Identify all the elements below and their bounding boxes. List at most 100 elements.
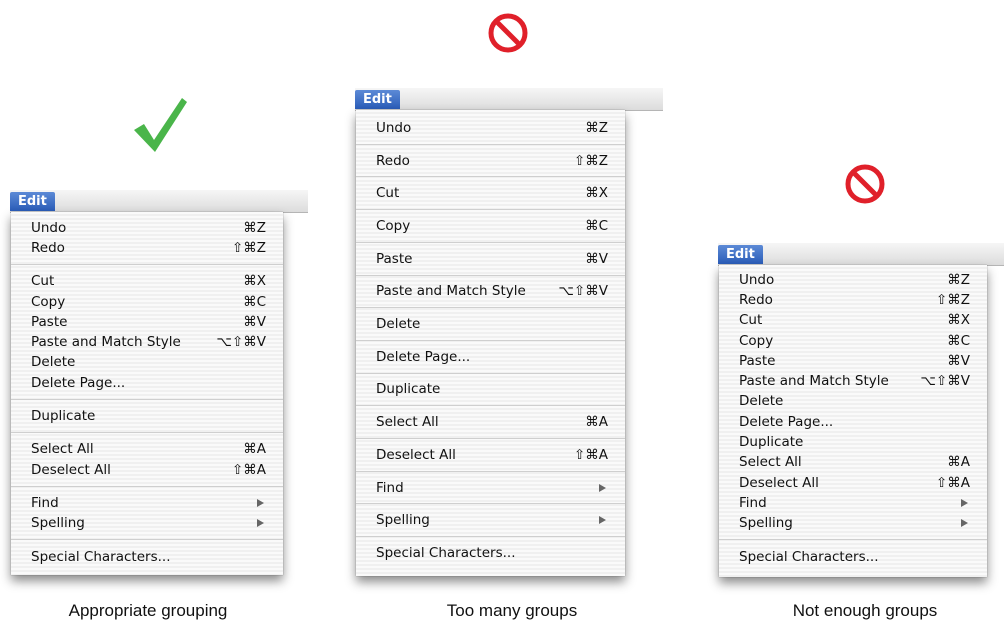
submenu-arrow-icon bbox=[599, 516, 606, 525]
menu-item-delete-page[interactable]: Delete Page... bbox=[356, 341, 625, 374]
menu-item-find[interactable]: Find bbox=[11, 493, 283, 513]
menu-item-paste[interactable]: Paste ⌘V bbox=[356, 243, 625, 276]
keyboard-shortcut: ⇧⌘Z bbox=[573, 152, 608, 169]
menu-item-select-all[interactable]: Select All ⌘A bbox=[11, 440, 283, 460]
menu-item-cut[interactable]: Cut ⌘X bbox=[719, 311, 987, 331]
menu-item-label: Copy bbox=[739, 332, 774, 349]
menu-item-copy[interactable]: Copy ⌘C bbox=[11, 292, 283, 312]
menu-item-label: Deselect All bbox=[739, 474, 819, 491]
menu-item-paste-and-match-style[interactable]: Paste and Match Style ⌥⇧⌘V bbox=[719, 372, 987, 392]
menu-item-duplicate[interactable]: Duplicate bbox=[356, 374, 625, 407]
keyboard-shortcut: ⌘V bbox=[947, 352, 970, 369]
menu-item-spelling[interactable]: Spelling bbox=[11, 514, 283, 534]
menu-item-duplicate[interactable]: Duplicate bbox=[719, 432, 987, 452]
keyboard-shortcut: ⌘A bbox=[243, 441, 266, 458]
menu-item-label: Delete bbox=[739, 393, 784, 410]
menu-item-label: Find bbox=[376, 479, 404, 496]
menu-item-cut[interactable]: Cut ⌘X bbox=[356, 177, 625, 210]
menu-item-label: Spelling bbox=[376, 512, 430, 529]
menu-item-label: Copy bbox=[31, 293, 66, 310]
menu-separator bbox=[11, 432, 283, 434]
menu-item-label: Duplicate bbox=[739, 434, 804, 451]
menu-item-select-all[interactable]: Select All ⌘A bbox=[719, 453, 987, 473]
prohibited-icon bbox=[845, 164, 885, 204]
menu-item-delete-page[interactable]: Delete Page... bbox=[719, 412, 987, 432]
submenu-arrow-icon bbox=[961, 498, 968, 507]
edit-menu-title[interactable]: Edit bbox=[10, 192, 55, 211]
edit-menu: Undo ⌘Z Redo ⇧⌘Z Cut ⌘X Copy ⌘C Paste ⌘V Paste and… bbox=[11, 212, 283, 576]
menu-item-paste-and-match-style[interactable]: Paste and Match Style ⌥⇧⌘V bbox=[356, 276, 625, 309]
menu-item-special-characters[interactable]: Special Characters... bbox=[11, 547, 283, 567]
menu-item-select-all[interactable]: Select All ⌘A bbox=[356, 406, 625, 439]
menu-item-undo[interactable]: Undo ⌘Z bbox=[356, 112, 625, 145]
menu-item-paste-and-match-style[interactable]: Paste and Match Style ⌥⇧⌘V bbox=[11, 333, 283, 353]
menu-item-copy[interactable]: Copy ⌘C bbox=[719, 331, 987, 351]
menu-item-label: Delete bbox=[376, 316, 421, 333]
menu-item-undo[interactable]: Undo ⌘Z bbox=[11, 218, 283, 238]
keyboard-shortcut: ⇧⌘A bbox=[231, 461, 266, 478]
menu-item-delete[interactable]: Delete bbox=[719, 392, 987, 412]
menu-separator bbox=[719, 539, 987, 541]
submenu-arrow-icon bbox=[257, 498, 264, 507]
panel-caption: Too many groups bbox=[446, 601, 578, 620]
keyboard-shortcut: ⇧⌘A bbox=[573, 446, 608, 463]
menu-item-spelling[interactable]: Spelling bbox=[356, 504, 625, 537]
menu-item-deselect-all[interactable]: Deselect All ⇧⌘A bbox=[719, 473, 987, 493]
menu-item-find[interactable]: Find bbox=[356, 472, 625, 505]
menu-item-label: Delete Page... bbox=[376, 348, 471, 365]
keyboard-shortcut: ⌘X bbox=[947, 312, 970, 329]
menu-item-label: Redo bbox=[31, 239, 65, 256]
menu-item-label: Select All bbox=[31, 441, 94, 458]
keyboard-shortcut: ⌘V bbox=[585, 250, 608, 267]
keyboard-shortcut: ⌘V bbox=[243, 313, 266, 330]
menu-item-delete[interactable]: Delete bbox=[11, 353, 283, 373]
keyboard-shortcut: ⌥⇧⌘V bbox=[216, 334, 266, 351]
menu-item-undo[interactable]: Undo ⌘Z bbox=[719, 270, 987, 290]
menu-item-paste[interactable]: Paste ⌘V bbox=[719, 351, 987, 371]
menu-item-label: Redo bbox=[739, 291, 773, 308]
menu-item-cut[interactable]: Cut ⌘X bbox=[11, 272, 283, 292]
keyboard-shortcut: ⇧⌘Z bbox=[935, 291, 970, 308]
menubar: Edit bbox=[10, 190, 308, 213]
menu-item-deselect-all[interactable]: Deselect All ⇧⌘A bbox=[356, 439, 625, 472]
menu-item-redo[interactable]: Redo ⇧⌘Z bbox=[11, 238, 283, 258]
menu-item-label: Copy bbox=[376, 217, 411, 234]
menu-item-redo[interactable]: Redo ⇧⌘Z bbox=[719, 290, 987, 310]
menu-item-label: Undo bbox=[31, 219, 67, 236]
menu-item-label: Special Characters... bbox=[31, 548, 171, 565]
menu-item-label: Paste bbox=[739, 352, 776, 369]
keyboard-shortcut: ⌘C bbox=[585, 217, 608, 234]
menu-item-label: Select All bbox=[739, 454, 802, 471]
checkmark-icon bbox=[134, 98, 187, 152]
menu-separator bbox=[11, 264, 283, 266]
menu-item-copy[interactable]: Copy ⌘C bbox=[356, 210, 625, 243]
menu-item-label: Find bbox=[31, 494, 59, 511]
menu-separator bbox=[11, 539, 283, 541]
menu-item-label: Duplicate bbox=[31, 408, 96, 425]
keyboard-shortcut: ⌘X bbox=[585, 185, 608, 202]
keyboard-shortcut: ⌘X bbox=[243, 273, 266, 290]
submenu-arrow-icon bbox=[961, 519, 968, 528]
menu-item-spelling[interactable]: Spelling bbox=[719, 514, 987, 534]
menu-item-duplicate[interactable]: Duplicate bbox=[11, 406, 283, 426]
menu-item-delete-page[interactable]: Delete Page... bbox=[11, 373, 283, 393]
menu-item-find[interactable]: Find bbox=[719, 493, 987, 513]
menu-item-label: Find bbox=[739, 494, 767, 511]
menu-item-label: Redo bbox=[376, 152, 410, 169]
menu-item-paste[interactable]: Paste ⌘V bbox=[11, 312, 283, 332]
menu-item-redo[interactable]: Redo ⇧⌘Z bbox=[356, 145, 625, 178]
keyboard-shortcut: ⇧⌘Z bbox=[231, 239, 266, 256]
menu-item-label: Cut bbox=[376, 185, 400, 202]
menu-item-label: Deselect All bbox=[376, 446, 456, 463]
edit-menu-title[interactable]: Edit bbox=[718, 245, 763, 264]
edit-menu-title[interactable]: Edit bbox=[355, 90, 400, 109]
menu-item-special-characters[interactable]: Special Characters... bbox=[356, 537, 625, 570]
menu-separator bbox=[11, 398, 283, 400]
menu-item-deselect-all[interactable]: Deselect All ⇧⌘A bbox=[11, 460, 283, 480]
menu-item-label: Delete bbox=[31, 354, 76, 371]
menubar: Edit bbox=[355, 88, 663, 111]
menu-item-special-characters[interactable]: Special Characters... bbox=[719, 547, 987, 567]
menu-item-delete[interactable]: Delete bbox=[356, 308, 625, 341]
menu-item-label: Spelling bbox=[31, 515, 85, 532]
menu-item-label: Delete Page... bbox=[31, 374, 126, 391]
